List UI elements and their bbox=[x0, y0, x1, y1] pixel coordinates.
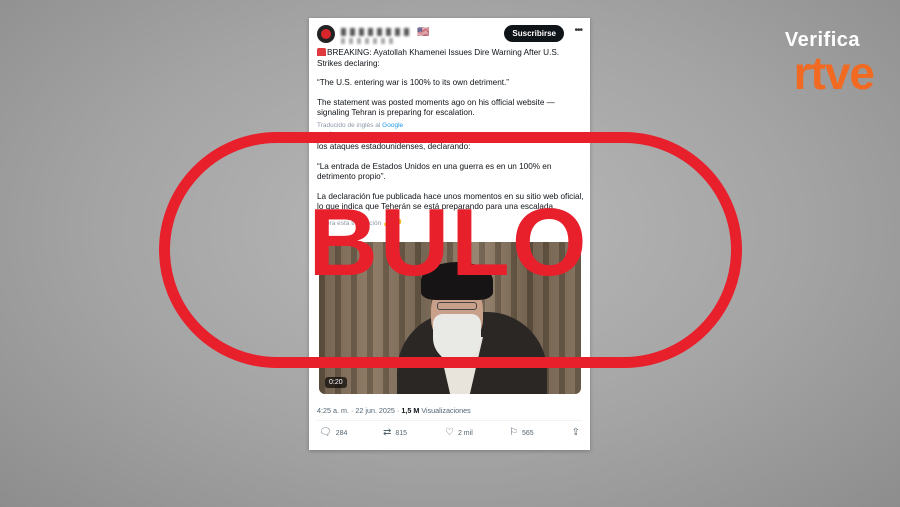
us-flag-icon: 🇺🇸 bbox=[417, 27, 430, 38]
like-button[interactable]: ♡ 2 mil bbox=[445, 428, 473, 438]
divider bbox=[317, 420, 582, 421]
blurred-account-handle bbox=[341, 38, 396, 44]
translation-note: Traducido de inglés al Google bbox=[317, 122, 585, 130]
bulo-stamp-label: BULO bbox=[308, 189, 589, 296]
video-duration: 0:20 bbox=[325, 377, 347, 388]
subscribe-button[interactable]: Suscribirse bbox=[504, 25, 564, 42]
google-link[interactable]: Google bbox=[382, 122, 403, 129]
rtve-verifica-logo: Verifica rtve bbox=[785, 30, 875, 99]
bookmark-count: 565 bbox=[521, 429, 534, 437]
share-button[interactable]: ⇪ bbox=[572, 428, 580, 438]
repost-icon: ⇄ bbox=[383, 427, 392, 438]
en-statement: The statement was posted moments ago on … bbox=[317, 97, 555, 118]
rtve-label: rtve bbox=[793, 47, 875, 99]
en-headline-line: BREAKING: Ayatollah Khamenei Issues Dire… bbox=[317, 48, 585, 69]
like-count: 2 mil bbox=[457, 429, 473, 437]
views-count: 1,5 M bbox=[401, 406, 420, 415]
share-icon: ⇪ bbox=[571, 427, 580, 438]
tweet-time[interactable]: 4:25 a. m. bbox=[317, 406, 349, 415]
views-label: Visualizaciones bbox=[421, 406, 471, 415]
bookmark-button[interactable]: ⚐ 565 bbox=[509, 428, 534, 438]
blurred-account-name bbox=[341, 28, 411, 36]
tweet-meta: 4:25 a. m. · 22 jun. 2025 · 1,5 M Visual… bbox=[317, 406, 471, 415]
repost-button[interactable]: ⇄ 815 bbox=[383, 428, 407, 438]
siren-icon bbox=[317, 48, 326, 56]
avatar[interactable] bbox=[317, 25, 335, 43]
tweet-date[interactable]: 22 jun. 2025 bbox=[355, 406, 395, 415]
translated-by-label: Traducido de inglés al bbox=[317, 121, 381, 129]
bookmark-icon: ⚐ bbox=[509, 427, 518, 438]
repost-count: 815 bbox=[395, 429, 408, 437]
en-headline: BREAKING: Ayatollah Khamenei Issues Dire… bbox=[317, 48, 560, 68]
reply-icon: 🗨 bbox=[319, 427, 332, 438]
en-quote: “The U.S. entering war is 100% to its ow… bbox=[317, 78, 510, 87]
reply-count: 284 bbox=[335, 429, 348, 437]
tweet-header: 🇺🇸 Suscribirse ••• bbox=[317, 23, 583, 47]
tweet-actions: 🗨 284 ⇄ 815 ♡ 2 mil ⚐ 565 ⇪ bbox=[317, 428, 580, 444]
heart-icon: ♡ bbox=[445, 427, 454, 438]
reply-button[interactable]: 🗨 284 bbox=[319, 428, 347, 438]
more-options-icon[interactable]: ••• bbox=[574, 25, 582, 36]
